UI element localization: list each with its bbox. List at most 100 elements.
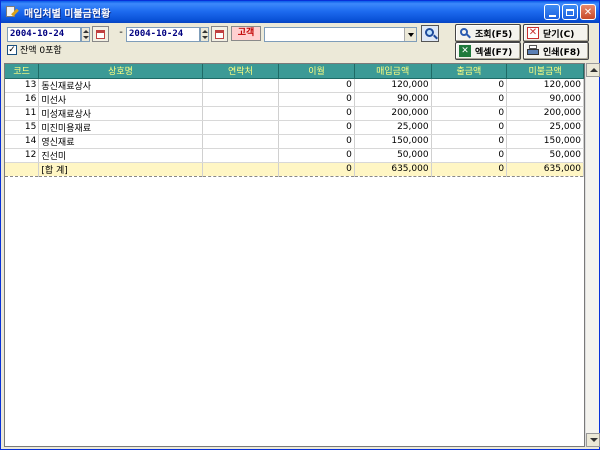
- cell-code[interactable]: 13: [5, 78, 40, 93]
- cell-contact[interactable]: [202, 148, 280, 163]
- cell-carry[interactable]: 0: [278, 78, 355, 93]
- cell-purchase[interactable]: 200,000: [354, 106, 432, 121]
- cell-carry[interactable]: 0: [278, 161, 355, 177]
- cell-payment[interactable]: 0: [431, 92, 508, 107]
- cell-carry[interactable]: 0: [278, 92, 355, 107]
- cell-code[interactable]: [5, 161, 40, 177]
- cell-unpaid[interactable]: 635,000: [506, 161, 584, 177]
- close-window-button[interactable]: ✕: [580, 4, 596, 20]
- checkbox-mark[interactable]: ✓: [7, 44, 17, 55]
- cell-code[interactable]: 16: [5, 92, 40, 107]
- column-header-code[interactable]: 코드: [5, 64, 40, 79]
- app-icon: [5, 5, 19, 19]
- cell-carry[interactable]: 0: [278, 134, 355, 149]
- cell-code[interactable]: 11: [5, 106, 40, 121]
- column-header-purchase[interactable]: 매입금액: [354, 64, 432, 79]
- date-separator: -: [119, 27, 123, 38]
- search-button[interactable]: 조회(F5): [455, 24, 521, 42]
- cell-code[interactable]: 12: [5, 148, 40, 163]
- close-button-label: 닫기(C): [543, 29, 575, 40]
- search-button-label: 조회(F5): [475, 29, 513, 40]
- cell-contact[interactable]: [202, 92, 280, 107]
- table-row[interactable]: 13 동신재료상사 0 120,000 0 120,000: [5, 78, 584, 93]
- cell-purchase[interactable]: 50,000: [354, 148, 432, 163]
- cell-carry[interactable]: 0: [278, 106, 355, 121]
- minimize-button[interactable]: [544, 4, 560, 20]
- cell-name[interactable]: [합 계]: [38, 161, 203, 177]
- cell-contact[interactable]: [202, 120, 280, 135]
- cell-contact[interactable]: [202, 78, 280, 93]
- cell-carry[interactable]: 0: [278, 120, 355, 135]
- date-to-spinner[interactable]: [200, 27, 209, 42]
- cell-contact[interactable]: [202, 161, 280, 177]
- date-to-input[interactable]: 2004-10-24: [126, 27, 200, 42]
- customer-search-button[interactable]: [421, 25, 439, 42]
- cell-unpaid[interactable]: 50,000: [506, 148, 584, 163]
- cell-purchase[interactable]: 150,000: [354, 134, 432, 149]
- cell-purchase[interactable]: 90,000: [354, 92, 432, 107]
- include-zero-balance-label: 잔액 0포함: [20, 46, 62, 56]
- cell-code[interactable]: 15: [5, 120, 40, 135]
- print-button[interactable]: 인쇄(F8): [523, 42, 589, 60]
- maximize-button[interactable]: [562, 4, 578, 20]
- close-icon: ✕: [527, 27, 539, 39]
- table-row[interactable]: 16 미선사 0 90,000 0 90,000: [5, 92, 584, 107]
- scroll-up-icon[interactable]: [586, 63, 600, 77]
- date-from-spinner[interactable]: [81, 27, 90, 42]
- date-to-calendar-button[interactable]: [211, 26, 228, 42]
- cell-carry[interactable]: 0: [278, 148, 355, 163]
- date-from-input[interactable]: 2004-10-24: [7, 27, 81, 42]
- column-header-unpaid[interactable]: 미불금액: [506, 64, 584, 79]
- excel-button[interactable]: ✕ 엑셀(F7): [455, 42, 521, 60]
- include-zero-balance-checkbox[interactable]: ✓ 잔액 0포함: [7, 43, 62, 56]
- cell-unpaid[interactable]: 25,000: [506, 120, 584, 135]
- cell-name[interactable]: 미선사: [38, 92, 203, 107]
- table-row[interactable]: 15 미진미용재료 0 25,000 0 25,000: [5, 120, 584, 135]
- cell-contact[interactable]: [202, 134, 280, 149]
- scroll-down-icon[interactable]: [586, 433, 600, 447]
- column-header-contact[interactable]: 연락처: [202, 64, 280, 79]
- cell-unpaid[interactable]: 120,000: [506, 78, 584, 93]
- cell-payment[interactable]: 0: [431, 106, 508, 121]
- calendar-icon: [215, 30, 224, 39]
- cell-purchase[interactable]: 635,000: [354, 161, 432, 177]
- cell-name[interactable]: 동신재료상사: [38, 78, 203, 93]
- cell-purchase[interactable]: 25,000: [354, 120, 432, 135]
- close-button[interactable]: ✕ 닫기(C): [523, 24, 589, 42]
- cell-purchase[interactable]: 120,000: [354, 78, 432, 93]
- table-row[interactable]: 11 미성재료상사 0 200,000 0 200,000: [5, 106, 584, 121]
- column-header-carry[interactable]: 이월: [278, 64, 355, 79]
- table-row[interactable]: 12 진선미 0 50,000 0 50,000: [5, 148, 584, 163]
- table-row[interactable]: 14 영신재료 0 150,000 0 150,000: [5, 134, 584, 149]
- print-button-label: 인쇄(F8): [543, 47, 581, 58]
- cell-payment[interactable]: 0: [431, 120, 508, 135]
- cell-name[interactable]: 진선미: [38, 148, 203, 163]
- title-bar[interactable]: 매입처별 미불금현황 ✕: [1, 1, 599, 23]
- data-grid[interactable]: 코드 상호명 연락처 이월 매입금액 출금액 미불금액 13 동신재료상사 0 120…: [4, 63, 585, 447]
- cell-payment[interactable]: 0: [431, 148, 508, 163]
- cell-unpaid[interactable]: 90,000: [506, 92, 584, 107]
- minimize-icon: [548, 14, 556, 17]
- cell-payment[interactable]: 0: [431, 134, 508, 149]
- excel-button-label: 엑셀(F7): [475, 47, 513, 58]
- window-title: 매입처별 미불금현황: [24, 8, 111, 20]
- maximize-icon: [566, 8, 574, 16]
- cell-contact[interactable]: [202, 106, 280, 121]
- vertical-scrollbar[interactable]: [585, 63, 600, 447]
- cell-unpaid[interactable]: 150,000: [506, 134, 584, 149]
- cell-unpaid[interactable]: 200,000: [506, 106, 584, 121]
- cell-name[interactable]: 미진미용재료: [38, 120, 203, 135]
- cell-name[interactable]: 영신재료: [38, 134, 203, 149]
- column-header-name[interactable]: 상호명: [38, 64, 203, 79]
- cell-payment[interactable]: 0: [431, 161, 508, 177]
- column-header-payment[interactable]: 출금액: [431, 64, 508, 79]
- date-from-calendar-button[interactable]: [92, 26, 109, 42]
- customer-button[interactable]: 고객: [231, 26, 261, 41]
- cell-payment[interactable]: 0: [431, 78, 508, 93]
- chevron-down-icon[interactable]: [404, 28, 416, 41]
- header-row: 코드 상호명 연락처 이월 매입금액 출금액 미불금액: [5, 64, 584, 79]
- cell-code[interactable]: 14: [5, 134, 40, 149]
- cell-name[interactable]: 미성재료상사: [38, 106, 203, 121]
- total-row[interactable]: [합 계] 0 635,000 0 635,000: [5, 161, 584, 177]
- customer-select[interactable]: [264, 27, 417, 42]
